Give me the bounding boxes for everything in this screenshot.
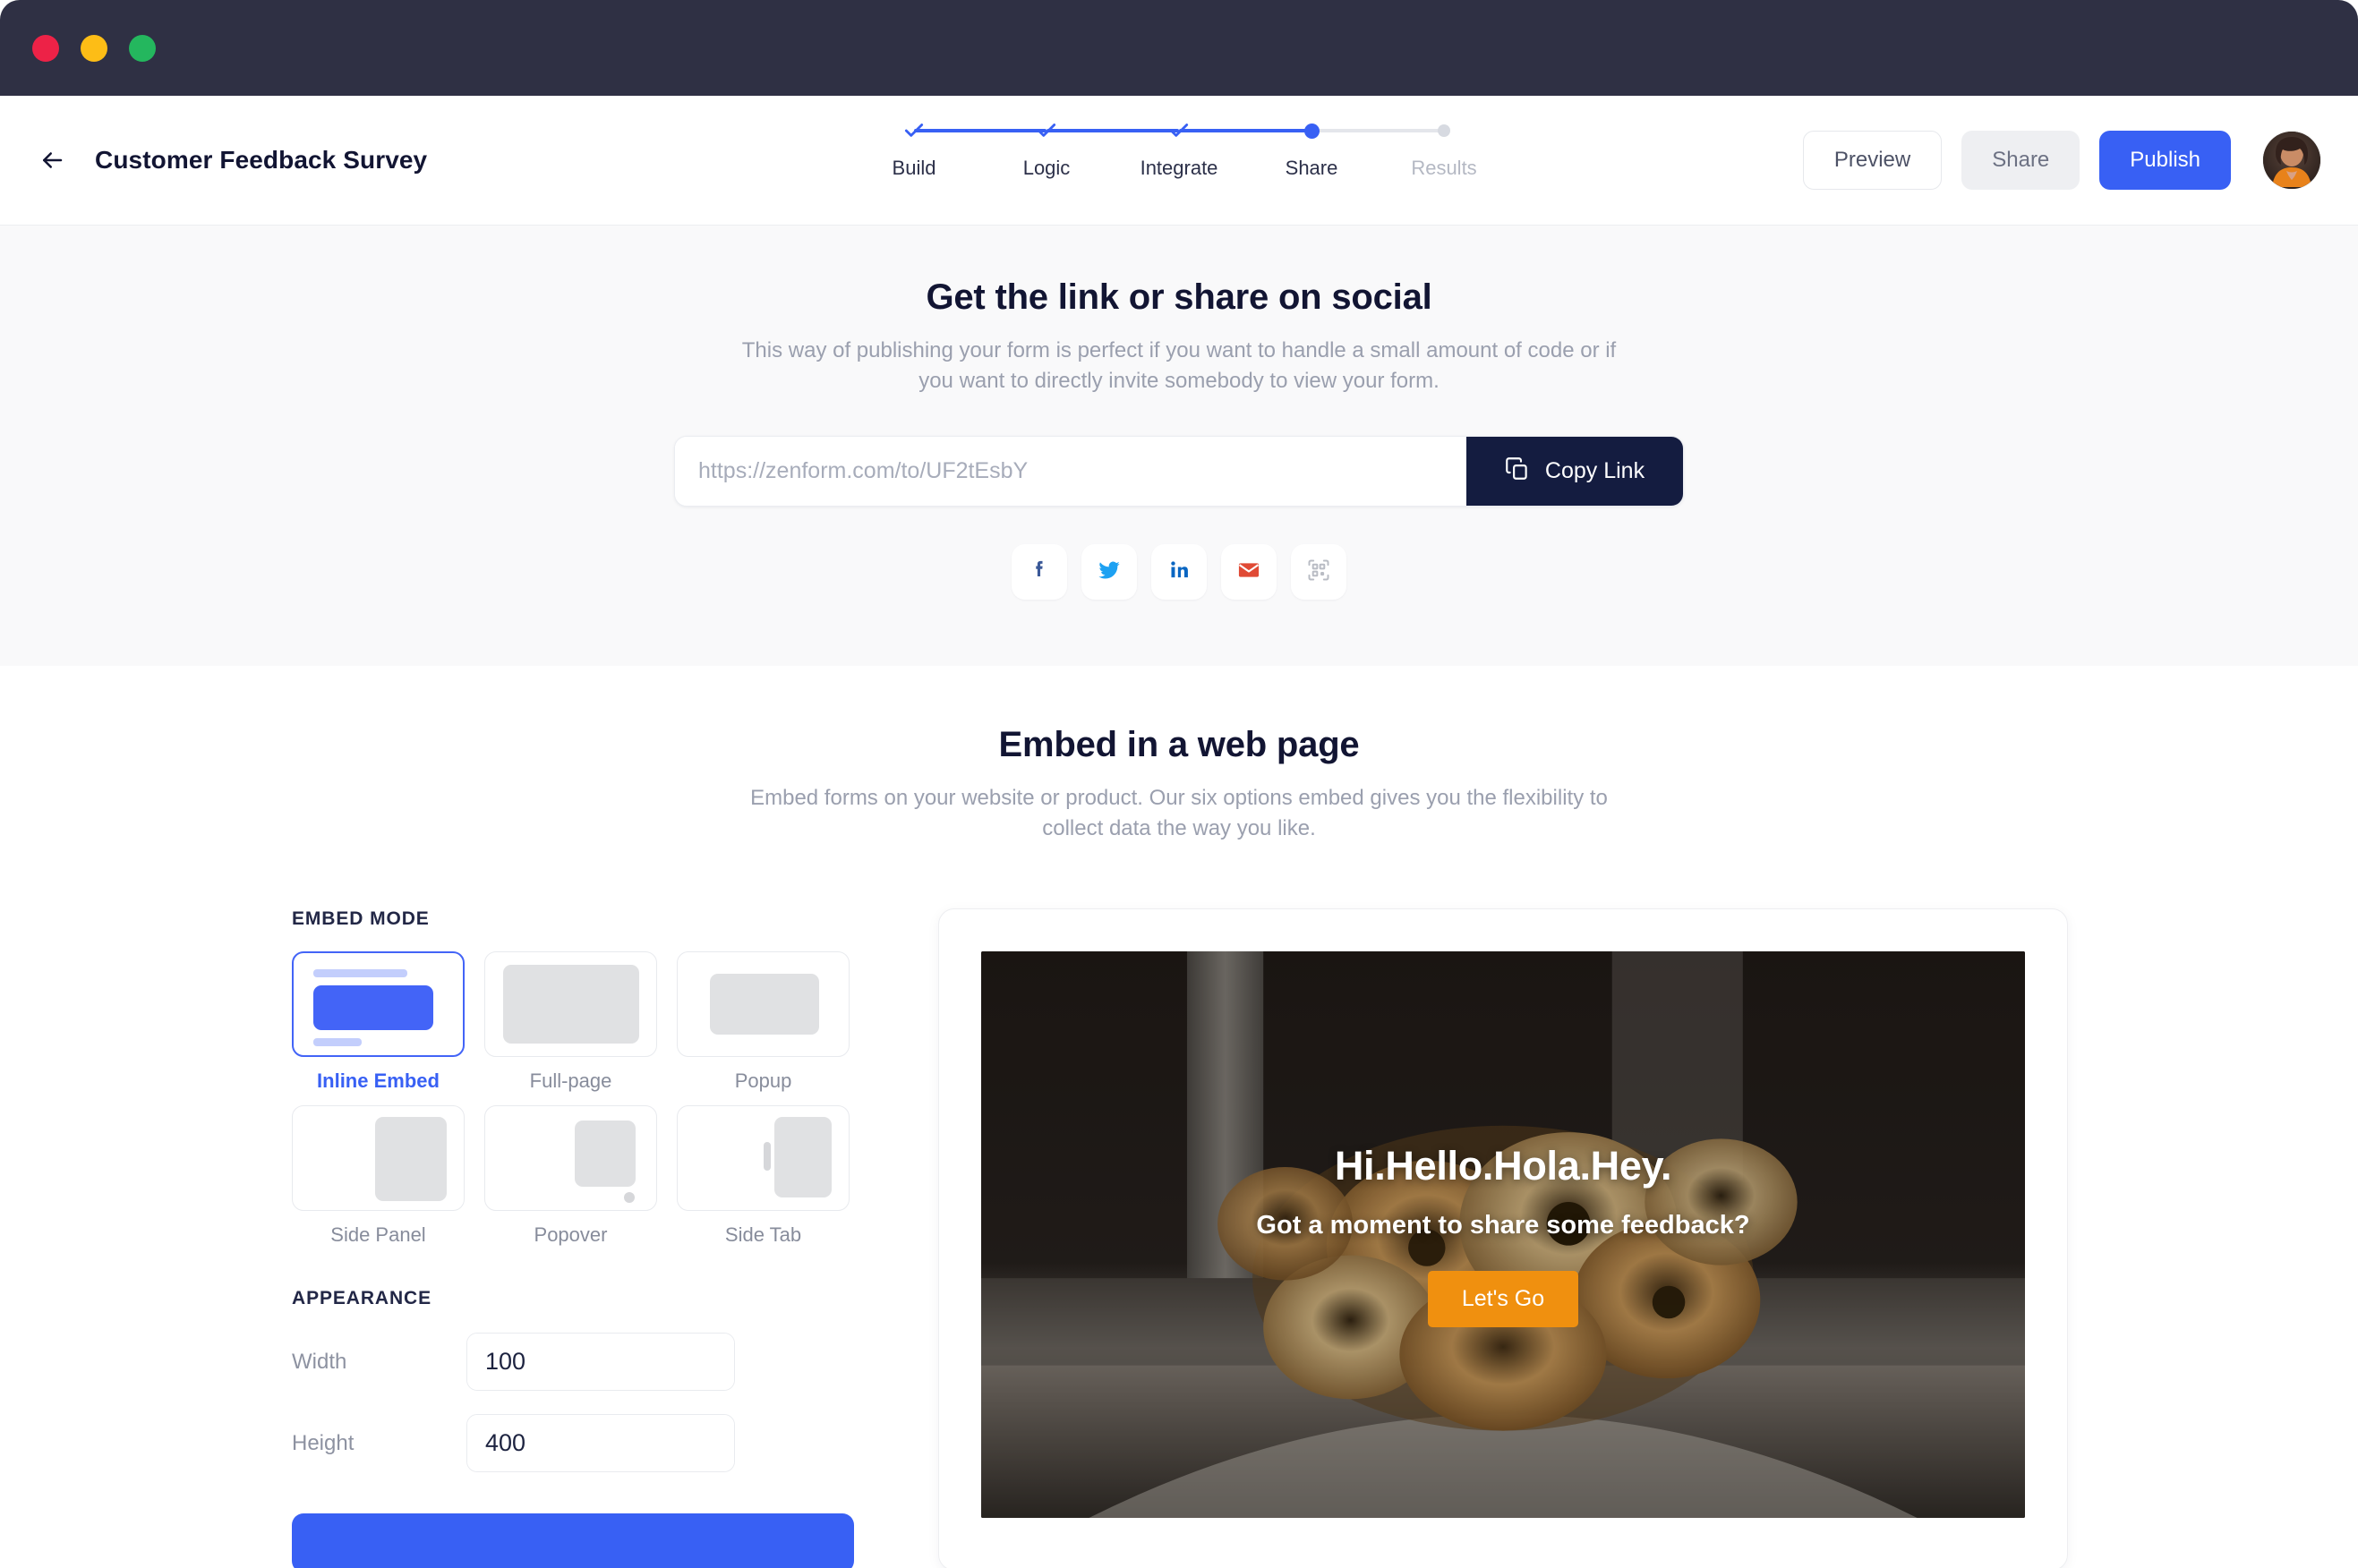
- embed-section-header: Embed in a web page Embed forms on your …: [0, 725, 2358, 844]
- page-title: Customer Feedback Survey: [95, 146, 428, 174]
- linkedin-share-button[interactable]: [1151, 544, 1207, 601]
- twitter-share-button[interactable]: [1081, 544, 1137, 601]
- step-marker-idle: [1429, 115, 1459, 146]
- step-label: Integrate: [1140, 157, 1218, 179]
- header-left: Customer Feedback Survey: [34, 142, 427, 178]
- preview-subheadline: Got a moment to share some feedback?: [1256, 1210, 1750, 1240]
- step-label: Build: [892, 157, 936, 179]
- embed-mode-label: EMBED MODE: [292, 908, 430, 930]
- step-marker-done: [1031, 115, 1062, 146]
- step-marker-done: [1164, 115, 1194, 146]
- embed-mode-grid: Inline Embed Full-page Popup Side Panel …: [292, 951, 854, 1247]
- back-arrow-icon[interactable]: [34, 142, 70, 178]
- active-dot-icon: [1303, 123, 1320, 139]
- window-controls: [32, 34, 156, 62]
- embed-mode-label-text: Side Panel: [330, 1223, 426, 1247]
- minimize-window-button[interactable]: [81, 34, 107, 62]
- embed-preview-card: Hi.Hello.Hola.Hey. Got a moment to share…: [938, 908, 2068, 1568]
- preview-cta-button[interactable]: Let's Go: [1427, 1270, 1579, 1327]
- embed-section: Embed in a web page Embed forms on your …: [0, 666, 2358, 1568]
- share-link-row: Copy Link: [674, 436, 1684, 507]
- preview-button[interactable]: Preview: [1802, 131, 1943, 190]
- embed-body: EMBED MODE Inline Embed Full-page Popup …: [0, 908, 2358, 1568]
- height-field-row: Height px: [292, 1414, 854, 1473]
- facebook-icon: [1027, 558, 1052, 587]
- step-label: Results: [1411, 157, 1477, 179]
- share-section-subtitle: This way of publishing your form is perf…: [741, 338, 1617, 394]
- maximize-window-button[interactable]: [129, 34, 156, 62]
- embed-mode-label-text: Inline Embed: [317, 1069, 440, 1093]
- header-actions: Preview Share Publish: [1802, 131, 2320, 190]
- step-connector-1: [914, 115, 1047, 146]
- embed-mode-popover[interactable]: Popover: [484, 1105, 657, 1247]
- copy-link-button[interactable]: Copy Link: [1466, 437, 1683, 507]
- embed-section-subtitle: Embed forms on your website or product. …: [750, 786, 1608, 841]
- embed-mode-full-page[interactable]: Full-page: [484, 951, 657, 1093]
- step-connector-3: [1179, 115, 1311, 146]
- step-connector-4: [1311, 115, 1444, 146]
- preview-hero: Hi.Hello.Hola.Hey. Got a moment to share…: [981, 951, 2025, 1519]
- share-link-input[interactable]: [675, 437, 1466, 507]
- close-window-button[interactable]: [32, 34, 59, 62]
- get-code-button[interactable]: [292, 1513, 854, 1568]
- width-input-group: %: [466, 1333, 735, 1392]
- embed-mode-thumbnail[interactable]: [677, 951, 850, 1058]
- preview-headline: Hi.Hello.Hola.Hey.: [1334, 1142, 1672, 1189]
- width-label: Width: [292, 1349, 347, 1374]
- embed-mode-label-text: Popup: [734, 1069, 792, 1093]
- embed-mode-label-text: Side Tab: [724, 1223, 802, 1247]
- twitter-icon: [1097, 558, 1122, 587]
- step-label: Logic: [1022, 157, 1071, 179]
- height-input[interactable]: [467, 1415, 734, 1472]
- embed-mode-label-text: Popover: [534, 1223, 608, 1247]
- workflow-stepper: Build Logic Integrate Share Results: [893, 115, 1477, 180]
- share-button[interactable]: Share: [1961, 131, 2080, 190]
- idle-dot-icon: [1438, 124, 1450, 137]
- embed-section-title: Embed in a web page: [998, 725, 1360, 765]
- publish-button[interactable]: Publish: [2099, 131, 2231, 190]
- preview-hero-content: Hi.Hello.Hola.Hey. Got a moment to share…: [981, 951, 2025, 1518]
- embed-settings-panel: EMBED MODE Inline Embed Full-page Popup …: [292, 908, 854, 1568]
- app-header: Customer Feedback Survey Build Logic Int…: [0, 96, 2358, 226]
- email-share-button[interactable]: [1221, 544, 1277, 601]
- embed-mode-thumbnail[interactable]: [292, 951, 465, 1058]
- step-marker-done: [899, 115, 929, 146]
- embed-mode-side-panel[interactable]: Side Panel: [292, 1105, 465, 1247]
- embed-mode-thumbnail[interactable]: [484, 951, 657, 1058]
- embed-mode-label-text: Full-page: [529, 1069, 612, 1093]
- embed-mode-thumbnail[interactable]: [484, 1105, 657, 1212]
- app-window: Customer Feedback Survey Build Logic Int…: [0, 0, 2358, 1568]
- appearance-group: APPEARANCE Width %: [292, 1288, 854, 1473]
- copy-icon: [1505, 456, 1529, 487]
- avatar[interactable]: [2263, 132, 2320, 189]
- embed-mode-thumbnail[interactable]: [677, 1105, 850, 1212]
- linkedin-icon: [1166, 558, 1192, 587]
- copy-link-label: Copy Link: [1544, 458, 1645, 484]
- share-link-section: Get the link or share on social This way…: [0, 226, 2358, 667]
- window-titlebar: [0, 0, 2358, 96]
- embed-mode-thumbnail[interactable]: [292, 1105, 465, 1212]
- social-share-row: [1012, 544, 1346, 601]
- width-field-row: Width %: [292, 1333, 854, 1392]
- qr-code-share-button[interactable]: [1291, 544, 1346, 601]
- embed-mode-inline-embed[interactable]: Inline Embed: [292, 951, 465, 1093]
- step-marker-active: [1296, 115, 1327, 146]
- height-label: Height: [292, 1430, 355, 1455]
- appearance-label: APPEARANCE: [292, 1288, 432, 1309]
- step-label: Share: [1285, 157, 1338, 179]
- facebook-share-button[interactable]: [1012, 544, 1067, 601]
- height-input-group: px: [466, 1414, 735, 1473]
- email-icon: [1236, 558, 1261, 587]
- width-input[interactable]: [467, 1334, 734, 1391]
- embed-mode-side-tab[interactable]: Side Tab: [677, 1105, 850, 1247]
- embed-mode-popup[interactable]: Popup: [677, 951, 850, 1093]
- qr-code-icon: [1306, 558, 1331, 587]
- step-connector-2: [1047, 115, 1179, 146]
- share-section-title: Get the link or share on social: [926, 277, 1432, 317]
